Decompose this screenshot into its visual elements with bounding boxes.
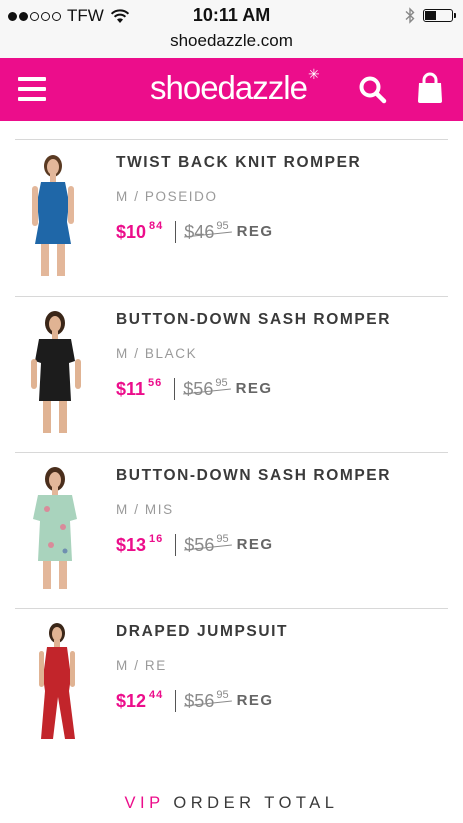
sale-price-dollars: $12	[116, 691, 147, 711]
vip-order-total-heading: VIP ORDER TOTAL	[0, 794, 463, 813]
cart-item[interactable]: TWIST BACK KNIT ROMPER M / POSEIDO $10 8…	[0, 140, 463, 296]
regular-price-label: REG	[235, 380, 273, 397]
app-header: shoedazzle ✳	[0, 58, 463, 121]
product-variant: M / RE	[116, 658, 167, 673]
price-row: $11 56 $56 95 REG	[116, 375, 273, 403]
order-total-label: ORDER TOTAL	[173, 794, 339, 812]
product-variant: M / BLACK	[116, 346, 198, 361]
product-image[interactable]	[25, 621, 89, 749]
sale-price-cents: 56	[148, 377, 163, 389]
regular-price-dollars: $56	[184, 535, 215, 555]
product-name[interactable]: DRAPED JUMPSUIT	[116, 623, 288, 641]
sale-price-dollars: $10	[116, 222, 147, 242]
regular-price-dollars: $56	[183, 379, 214, 399]
regular-price: $56 95	[183, 375, 232, 403]
price-row: $12 44 $56 95 REG	[116, 687, 274, 715]
logo-sparkle-icon: ✳	[308, 66, 320, 82]
regular-price-label: REG	[236, 692, 274, 709]
vip-label: VIP	[124, 794, 165, 812]
cart-item[interactable]: BUTTON-DOWN SASH ROMPER M / BLACK $11 56…	[0, 297, 463, 453]
product-image[interactable]	[25, 465, 89, 593]
sale-price-cents: 44	[149, 689, 164, 701]
shopping-bag-icon[interactable]	[416, 72, 444, 104]
sale-price-dollars: $13	[116, 535, 147, 555]
product-image[interactable]	[25, 152, 89, 280]
product-name[interactable]: TWIST BACK KNIT ROMPER	[116, 154, 361, 172]
cart-item[interactable]: DRAPED JUMPSUIT M / RE $12 44 $56 95 REG	[0, 609, 463, 765]
sale-price-dollars: $11	[116, 379, 146, 399]
sale-price-cents: 16	[149, 533, 164, 545]
price-row: $10 84 $46 95 REG	[116, 218, 274, 246]
search-icon[interactable]	[358, 75, 388, 105]
cart-item[interactable]: BUTTON-DOWN SASH ROMPER M / MIS $13 16 $…	[0, 453, 463, 609]
product-variant: M / POSEIDO	[116, 189, 218, 204]
regular-price-dollars: $56	[184, 691, 215, 711]
regular-price: $56 95	[184, 687, 233, 715]
address-bar-url[interactable]: shoedazzle.com	[0, 31, 463, 51]
product-name[interactable]: BUTTON-DOWN SASH ROMPER	[116, 311, 391, 329]
regular-price-label: REG	[236, 536, 274, 553]
sale-price-cents: 84	[149, 220, 164, 232]
regular-price: $56 95	[184, 531, 233, 559]
price-separator	[175, 534, 177, 556]
product-image[interactable]	[25, 309, 89, 437]
bluetooth-icon	[405, 7, 415, 24]
regular-price: $46 95	[184, 218, 233, 246]
battery-icon	[423, 9, 456, 22]
price-separator	[175, 690, 177, 712]
brand-logo[interactable]: shoedazzle	[150, 69, 308, 107]
regular-price-dollars: $46	[184, 222, 215, 242]
menu-icon[interactable]	[18, 77, 46, 101]
product-name[interactable]: BUTTON-DOWN SASH ROMPER	[116, 467, 391, 485]
status-right	[405, 7, 456, 24]
regular-price-label: REG	[236, 223, 274, 240]
price-separator	[175, 221, 177, 243]
status-bar: TFW 10:11 AM shoedazzle.com	[0, 0, 463, 58]
price-separator	[174, 378, 176, 400]
product-variant: M / MIS	[116, 502, 174, 517]
clock: 10:11 AM	[192, 5, 271, 25]
price-row: $13 16 $56 95 REG	[116, 531, 274, 559]
